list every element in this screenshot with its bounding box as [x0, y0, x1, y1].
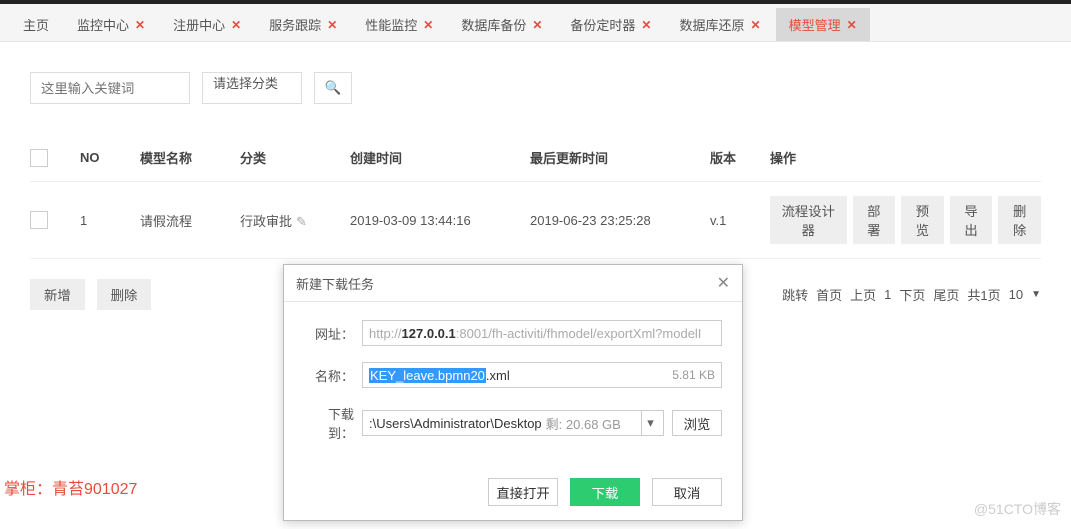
page-size[interactable]: 10: [1009, 287, 1023, 302]
tab-label: 模型管理: [789, 15, 841, 34]
tab-6[interactable]: 备份定时器 ✕: [557, 8, 664, 41]
search-button[interactable]: 🔍: [314, 72, 352, 104]
name-label: 名称：: [304, 366, 354, 385]
export-button[interactable]: 导出: [950, 196, 993, 244]
cell-updated: 2019-06-23 23:25:28: [530, 213, 710, 228]
page-jump[interactable]: 跳转: [782, 285, 808, 304]
tab-label: 性能监控: [365, 15, 417, 34]
col-version: 版本: [710, 148, 770, 167]
page-total: 共1页: [967, 285, 1000, 304]
table-row: 1 请假流程 行政审批✎ 2019-03-09 13:44:16 2019-06…: [30, 182, 1041, 259]
cell-name: 请假流程: [140, 211, 240, 230]
tab-5[interactable]: 数据库备份 ✕: [448, 8, 555, 41]
delete-button[interactable]: 删除: [998, 196, 1041, 244]
tab-8[interactable]: 模型管理 ✕: [776, 8, 870, 41]
page-prev[interactable]: 上页: [850, 285, 876, 304]
filename-selected: KEY_leave.bpmn20: [369, 368, 486, 383]
cell-no: 1: [80, 213, 140, 228]
path-label: 下载到：: [304, 404, 354, 442]
preview-button[interactable]: 预览: [901, 196, 944, 244]
col-ops: 操作: [770, 148, 1041, 167]
filter-row: 请选择分类 🔍: [30, 72, 1041, 104]
edit-icon[interactable]: ✎: [296, 214, 307, 229]
tab-2[interactable]: 注册中心 ✕: [160, 8, 254, 41]
design-button[interactable]: 流程设计器: [770, 196, 847, 244]
cell-version: v.1: [710, 213, 770, 228]
tab-label: 数据库还原: [679, 15, 744, 34]
dialog-title: 新建下载任务: [296, 274, 374, 293]
page-first[interactable]: 首页: [816, 285, 842, 304]
tab-label: 数据库备份: [461, 15, 526, 34]
url-field[interactable]: http://127.0.0.1:8001/fh-activiti/fhmode…: [362, 320, 722, 346]
cancel-button[interactable]: 取消: [652, 478, 722, 506]
tab-label: 主页: [23, 15, 49, 34]
deploy-button[interactable]: 部署: [853, 196, 896, 244]
browse-button[interactable]: 浏览: [672, 410, 722, 436]
tab-0[interactable]: 主页: [10, 8, 62, 41]
close-icon[interactable]: ✕: [751, 18, 761, 32]
path-field[interactable]: :\Users\Administrator\Desktop 剩: 20.68 G…: [362, 410, 664, 436]
tab-4[interactable]: 性能监控 ✕: [352, 8, 446, 41]
col-created: 创建时间: [350, 148, 530, 167]
col-category: 分类: [240, 148, 350, 167]
close-icon[interactable]: ✕: [717, 273, 730, 293]
watermark-right: @51CTO博客: [974, 499, 1061, 519]
search-icon: 🔍: [325, 80, 342, 95]
col-updated: 最后更新时间: [530, 148, 710, 167]
page-next[interactable]: 下页: [899, 285, 925, 304]
close-icon[interactable]: ✕: [423, 18, 433, 32]
add-button[interactable]: 新增: [30, 279, 85, 310]
close-icon[interactable]: ✕: [327, 18, 337, 32]
tab-1[interactable]: 监控中心 ✕: [64, 8, 158, 41]
url-label: 网址：: [304, 324, 354, 343]
close-icon[interactable]: ✕: [231, 18, 241, 32]
tab-label: 监控中心: [77, 15, 129, 34]
caret-down-icon[interactable]: ▼: [1031, 289, 1041, 300]
file-size: 5.81 KB: [672, 368, 715, 382]
col-no: NO: [80, 150, 140, 165]
row-checkbox[interactable]: [30, 211, 48, 229]
category-select[interactable]: 请选择分类: [202, 72, 302, 104]
page-last[interactable]: 尾页: [933, 285, 959, 304]
close-icon[interactable]: ✕: [532, 18, 542, 32]
keyword-input[interactable]: [30, 72, 190, 104]
chevron-down-icon[interactable]: ▾: [641, 411, 659, 435]
row-operations: 流程设计器 部署 预览 导出 删除: [770, 196, 1041, 244]
tab-7[interactable]: 数据库还原 ✕: [666, 8, 773, 41]
tab-label: 服务跟踪: [269, 15, 321, 34]
cell-created: 2019-03-09 13:44:16: [350, 213, 530, 228]
close-icon[interactable]: ✕: [641, 18, 651, 32]
tab-label: 注册中心: [173, 15, 225, 34]
tab-label: 备份定时器: [570, 15, 635, 34]
select-all-checkbox[interactable]: [30, 149, 48, 167]
close-icon[interactable]: ✕: [847, 18, 857, 32]
download-dialog: 新建下载任务 ✕ 网址： http://127.0.0.1:8001/fh-ac…: [283, 264, 743, 521]
close-icon[interactable]: ✕: [135, 18, 145, 32]
model-table: NO 模型名称 分类 创建时间 最后更新时间 版本 操作 1 请假流程 行政审批…: [30, 134, 1041, 259]
download-button[interactable]: 下载: [570, 478, 640, 506]
cell-category: 行政审批✎: [240, 211, 350, 230]
col-name: 模型名称: [140, 148, 240, 167]
name-field[interactable]: KEY_leave.bpmn20.xml 5.81 KB: [362, 362, 722, 388]
page-current: 1: [884, 287, 891, 302]
table-header: NO 模型名称 分类 创建时间 最后更新时间 版本 操作: [30, 134, 1041, 182]
tab-bar: 主页 监控中心 ✕ 注册中心 ✕ 服务跟踪 ✕ 性能监控 ✕ 数据库备份 ✕ 备份定时器 ✕ 数据库还原 ✕…: [0, 4, 1071, 42]
watermark-left: 掌柜：青苔901027: [4, 475, 137, 499]
dialog-title-bar: 新建下载任务 ✕: [284, 265, 742, 302]
pagination: 跳转 首页 上页 1 下页 尾页 共1页 10 ▼: [782, 285, 1041, 304]
tab-3[interactable]: 服务跟踪 ✕: [256, 8, 350, 41]
batch-delete-button[interactable]: 删除: [97, 279, 152, 310]
open-direct-button[interactable]: 直接打开: [488, 478, 558, 506]
